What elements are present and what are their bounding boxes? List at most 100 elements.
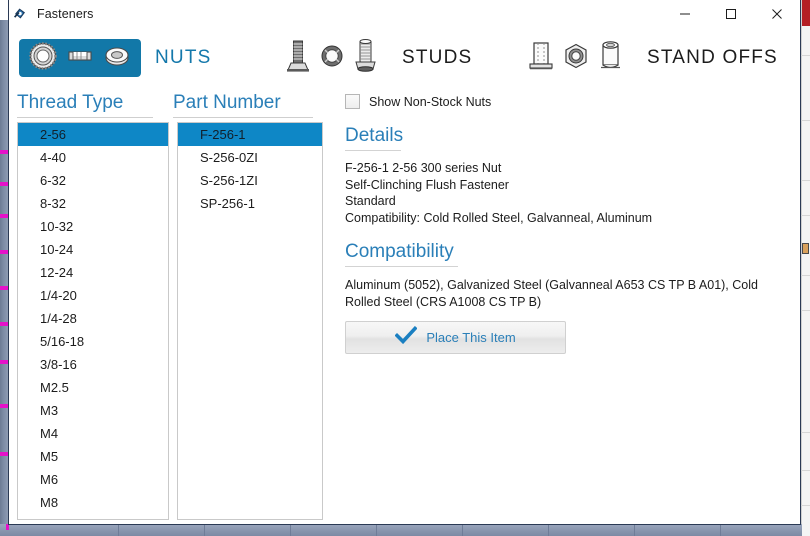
background-right-accent [802,0,810,26]
category-tab-bar: NUTS STUDS STAND OFFS [9,36,800,88]
compatibility-text: Aluminum (5052), Galvanized Steel (Galva… [345,278,758,309]
thread-type-list-item[interactable]: M6 [18,468,168,491]
place-this-item-label: Place This Item [426,330,516,345]
background-bottom-divider [204,524,205,536]
category-tab-standoffs[interactable]: STAND OFFS [517,36,778,80]
background-scroll-handle[interactable] [802,243,809,254]
part-number-header-rule [173,117,313,118]
category-label-nuts: NUTS [155,47,212,68]
thread-type-list-item[interactable]: M3 [18,399,168,422]
thread-type-list-item[interactable]: 12-24 [18,261,168,284]
background-bottom-bar [0,524,802,536]
thread-type-list-item[interactable]: 5/16-18 [18,330,168,353]
washer-ring-icon [320,44,344,73]
flush-nut-icon [102,41,132,76]
place-this-item-button[interactable]: Place This Item [345,321,566,354]
background-scroll-tick [801,505,810,506]
background-scroll-tick [801,310,810,311]
thread-type-list-item[interactable]: 6-32 [18,169,168,192]
ribbed-stud-icon [283,39,313,78]
background-ruler-tick [0,182,8,186]
background-scroll-tick [801,55,810,56]
background-right-scrollbar[interactable] [801,0,810,536]
maximize-button[interactable] [708,0,754,28]
background-ruler-tick [0,150,8,154]
part-number-list-item[interactable]: SP-256-1 [178,192,322,215]
fastener-app-icon [11,5,29,23]
category-icons-nuts [19,39,141,77]
background-ruler-tick [0,286,8,290]
window-title: Fasteners [37,7,94,21]
background-ruler-tick [0,452,8,456]
part-number-header: Part Number [173,92,281,113]
minimize-button[interactable] [662,0,708,28]
thread-type-list-item[interactable]: M5 [18,445,168,468]
background-scroll-tick [801,470,810,471]
show-non-stock-row[interactable]: Show Non-Stock Nuts [345,94,491,109]
thread-type-list-item[interactable]: 2-56 [18,123,168,146]
check-icon [394,325,418,349]
thread-type-header: Thread Type [17,92,124,113]
thread-type-list-item[interactable]: 10-24 [18,238,168,261]
background-scroll-tick [801,215,810,216]
fasteners-window: Fasteners NUTS STUDS STAND OFFS Thread T… [8,0,801,525]
background-scroll-tick [801,180,810,181]
thread-type-list-item[interactable]: 1/4-28 [18,307,168,330]
thread-type-header-rule [17,117,153,118]
category-label-standoffs: STAND OFFS [647,47,778,68]
category-tab-studs[interactable]: STUDS [274,36,472,80]
thread-type-list-item[interactable]: 10-32 [18,215,168,238]
details-header: Details [345,125,404,146]
caption-button-group [662,0,800,28]
thread-type-list-item[interactable]: M2.5 [18,376,168,399]
details-line: Compatibility: Cold Rolled Steel, Galvan… [345,210,653,225]
threaded-stud-icon [351,38,379,78]
background-ruler-tick [0,214,8,218]
part-number-list-item[interactable]: S-256-1ZI [178,169,322,192]
background-scroll-tick [801,120,810,121]
background-bottom-divider [376,524,377,536]
thread-type-list-item[interactable]: M8 [18,491,168,514]
thread-type-list-item[interactable]: 8-32 [18,192,168,215]
category-tab-nuts[interactable]: NUTS [19,36,212,80]
background-bottom-divider [720,524,721,536]
category-icons-studs [274,38,388,78]
background-ruler-tick [0,360,8,364]
thread-type-list-item[interactable]: 1/4-20 [18,284,168,307]
details-body: F-256-1 2-56 300 series Nut Self-Clinchin… [345,160,775,226]
details-line: Self-Clinching Flush Fastener [345,177,509,192]
part-number-list-item[interactable]: S-256-0ZI [178,146,322,169]
hex-barrel-nut-icon [65,41,95,76]
hex-standoff-icon [563,43,589,74]
round-standoff-icon [596,40,624,77]
details-line: Standard [345,194,396,208]
show-non-stock-checkbox[interactable] [345,94,360,109]
thread-type-list-item[interactable]: M4 [18,422,168,445]
background-ruler-tick [0,250,8,254]
background-bottom-divider [634,524,635,536]
category-label-studs: STUDS [402,47,473,68]
background-bottom-divider [118,524,119,536]
details-line: F-256-1 2-56 300 series Nut [345,161,502,175]
background-bottom-divider [462,524,463,536]
compatibility-header-rule [345,266,458,267]
show-non-stock-label: Show Non-Stock Nuts [369,94,492,109]
part-number-list[interactable]: F-256-1 S-256-0ZI S-256-1ZI SP-256-1 [177,122,323,520]
thread-type-list-item[interactable]: 3/8-16 [18,353,168,376]
details-header-rule [345,150,401,151]
background-bottom-divider [548,524,549,536]
title-bar: Fasteners [9,0,800,28]
thread-type-list[interactable]: 2-56 4-40 6-32 8-32 10-32 10-24 12-24 1/4-20 1/4… [17,122,169,520]
part-number-list-item[interactable]: F-256-1 [178,123,322,146]
close-button[interactable] [754,0,800,28]
background-bottom-divider [290,524,291,536]
compatibility-header: Compatibility [345,241,454,262]
knurled-nut-icon [28,41,58,76]
background-ruler-tick [0,322,8,326]
background-scroll-tick [801,275,810,276]
square-standoff-icon [526,40,556,77]
thread-type-list-item[interactable]: 4-40 [18,146,168,169]
background-ruler-tick [0,404,8,408]
category-icons-standoffs [517,39,633,77]
background-scroll-tick [801,432,810,433]
